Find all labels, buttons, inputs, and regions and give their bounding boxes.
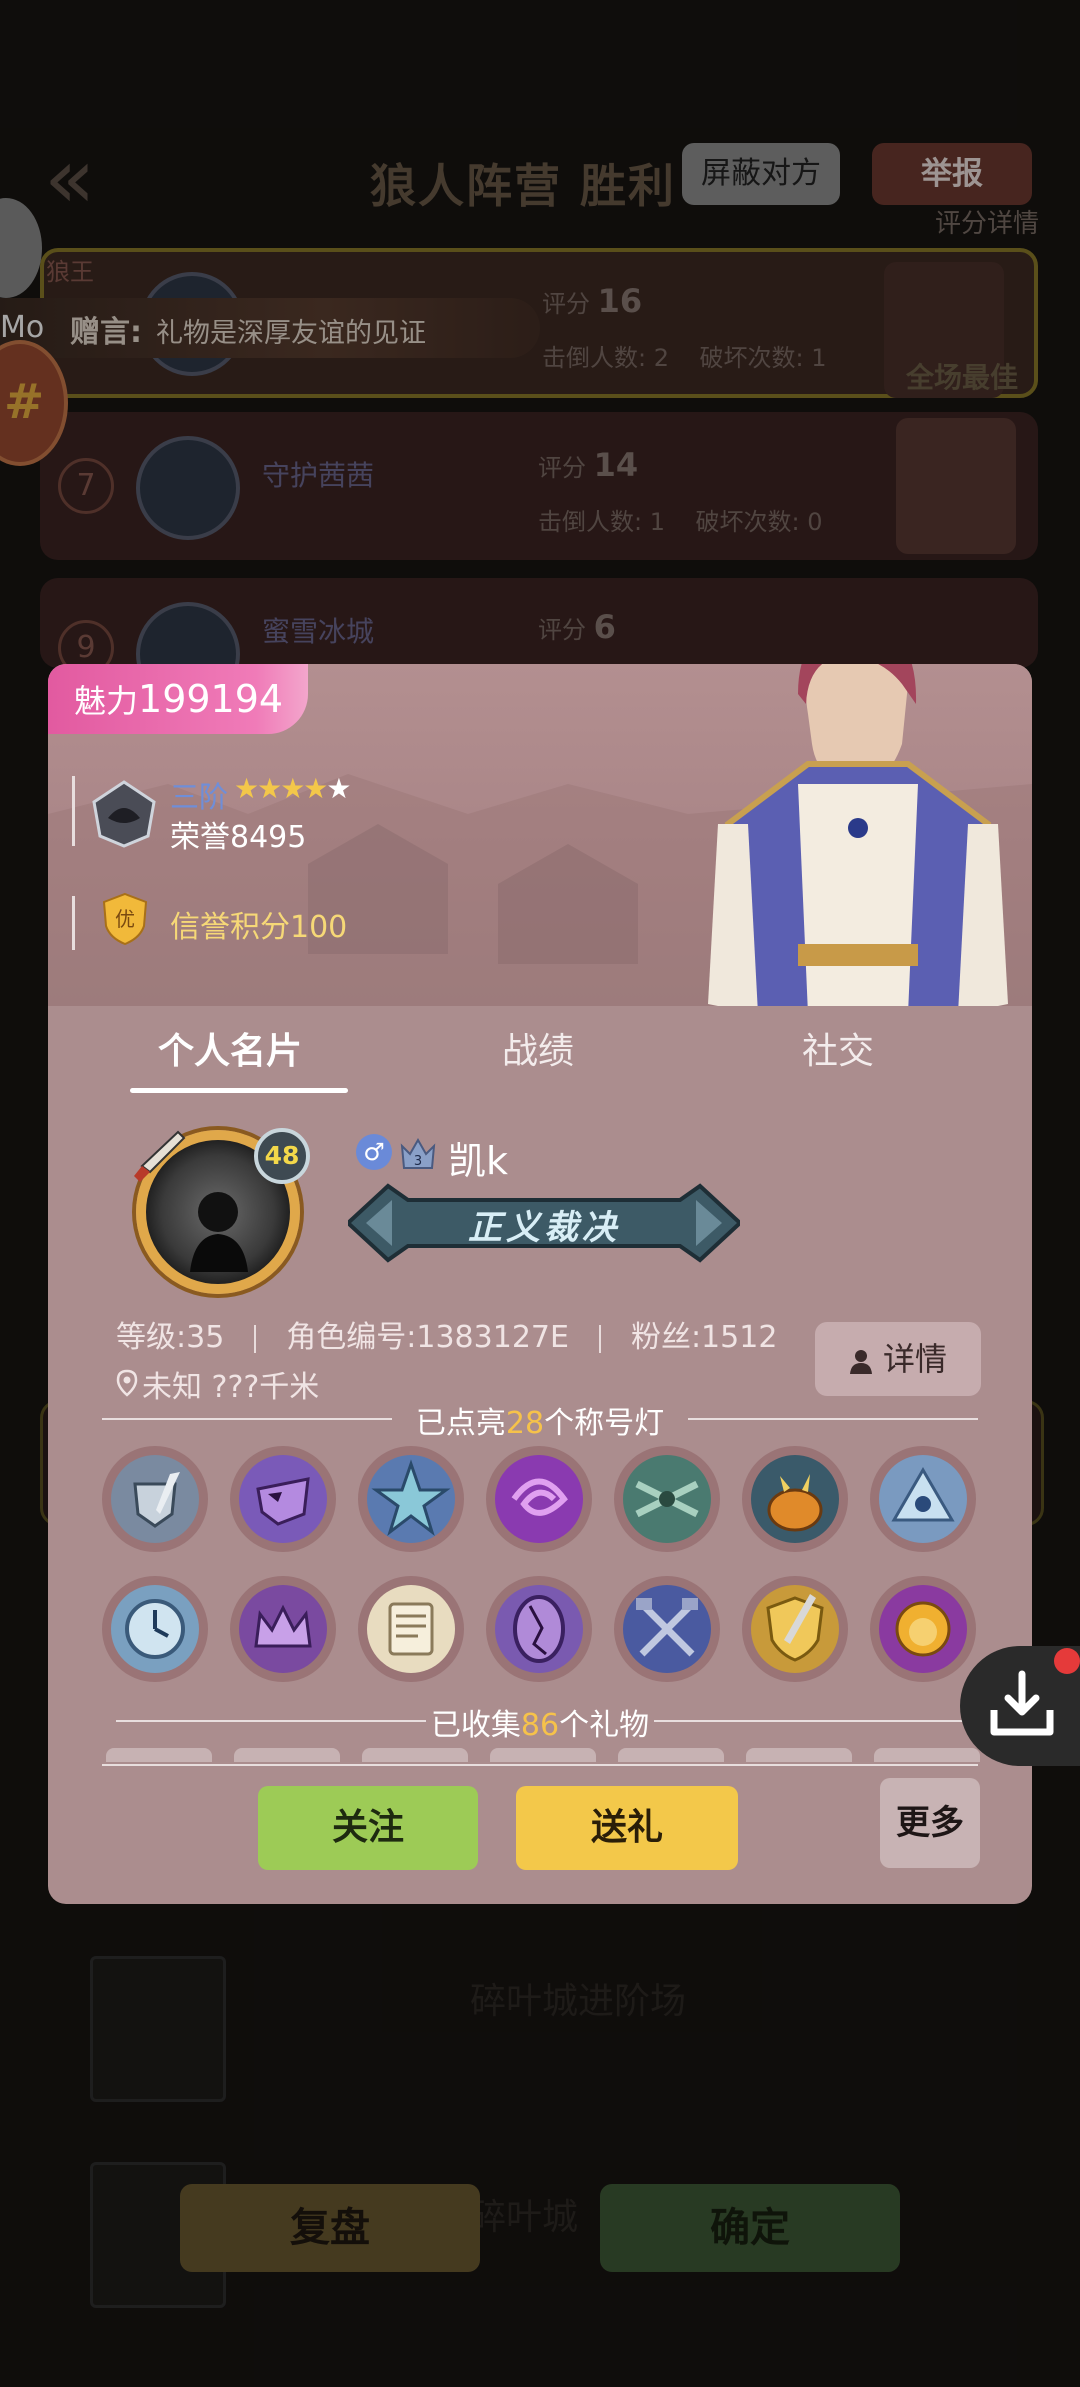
notification-dot — [1054, 1648, 1080, 1674]
detail-button[interactable]: 详情 — [815, 1322, 981, 1396]
title-banner-text: 正义裁决 — [468, 1208, 620, 1248]
tab-social[interactable]: 社交 — [802, 1022, 874, 1074]
divider — [72, 776, 75, 846]
svg-text:优: 优 — [115, 907, 135, 931]
credit-score: 信誉积分100 — [170, 910, 348, 945]
clock-badge-icon[interactable] — [102, 1576, 208, 1682]
follow-button[interactable]: 关注 — [258, 1786, 478, 1870]
divider — [72, 896, 75, 950]
rank-tier: 三阶 — [170, 780, 229, 814]
paintbrush-icon — [134, 1130, 186, 1182]
lit-titles-header: 已点亮28个称号灯 — [102, 1398, 978, 1441]
rank-tier-icon — [92, 780, 156, 848]
nickname: 凯k — [448, 1139, 509, 1183]
more-button[interactable]: 更多 — [880, 1778, 980, 1868]
gold-shield-badge-icon[interactable] — [742, 1576, 848, 1682]
honor-points: 荣誉8495 — [170, 820, 307, 855]
cracked-mirror-badge-icon[interactable] — [486, 1576, 592, 1682]
divider — [102, 1764, 978, 1766]
charm-value: 魅力199194 — [74, 677, 284, 721]
pumpkin-badge-icon[interactable] — [742, 1446, 848, 1552]
crossbow-badge-icon[interactable] — [614, 1446, 720, 1552]
profile-stats: 等级:35 角色编号:1383127E 粉丝:1512 — [116, 1312, 777, 1356]
male-icon: ♂ — [356, 1134, 392, 1170]
scroll-badge-icon[interactable] — [358, 1576, 464, 1682]
gift-slot[interactable] — [490, 1748, 596, 1762]
gift-slot[interactable] — [746, 1748, 852, 1762]
rank-stars: ★★★★★ — [234, 772, 352, 805]
active-tab-indicator — [130, 1088, 348, 1093]
role-id-text: 角色编号:1383127E — [286, 1320, 569, 1355]
gift-slot[interactable] — [874, 1748, 980, 1762]
credit-shield-icon: 优 — [102, 892, 148, 946]
avatar-level-badge: 48 — [254, 1128, 310, 1184]
vip-crown-icon: 3 — [400, 1137, 436, 1169]
purple-mask-badge-icon[interactable] — [230, 1446, 336, 1552]
profile-card: 魅力199194 三阶 ★★★★★ 荣誉8495 优 信誉积分100 个人名片 … — [48, 664, 1032, 1904]
person-icon — [849, 1350, 872, 1374]
blue-eye-badge-icon[interactable] — [870, 1446, 976, 1552]
gift-slot[interactable] — [106, 1748, 212, 1762]
location-pin-icon — [116, 1369, 138, 1397]
avatar-photo — [190, 1192, 248, 1272]
purple-crown-badge-icon[interactable] — [230, 1576, 336, 1682]
send-gift-button[interactable]: 送礼 — [516, 1786, 738, 1870]
download-icon — [990, 1670, 1054, 1736]
purple-vortex-badge-icon[interactable] — [486, 1446, 592, 1552]
shield-sword-badge-icon[interactable] — [102, 1446, 208, 1552]
level-text: 等级:35 — [116, 1320, 225, 1355]
svg-text:3: 3 — [414, 1154, 422, 1169]
fans-text: 粉丝:1512 — [630, 1320, 778, 1355]
crossed-hammers-badge-icon[interactable] — [614, 1576, 720, 1682]
tab-personal-card[interactable]: 个人名片 — [158, 1022, 302, 1074]
lion-badge-icon[interactable] — [870, 1576, 976, 1682]
blue-star-badge-icon[interactable] — [358, 1446, 464, 1552]
gifts-collected-header: 已收集86个礼物 — [102, 1700, 978, 1743]
gift-slot[interactable] — [234, 1748, 340, 1762]
tab-records[interactable]: 战绩 — [502, 1022, 574, 1074]
gift-slot[interactable] — [362, 1748, 468, 1762]
profile-hero: 魅力199194 三阶 ★★★★★ 荣誉8495 优 信誉积分100 — [48, 664, 1032, 1006]
gift-slot[interactable] — [618, 1748, 724, 1762]
